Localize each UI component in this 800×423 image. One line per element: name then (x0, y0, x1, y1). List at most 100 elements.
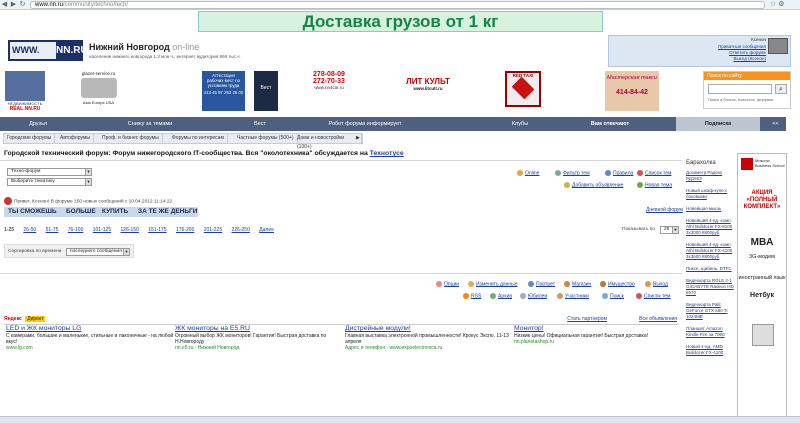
direct-ad[interactable]: ЖК мониторы на E5.RU Огромный выбор ЖК м… (175, 325, 343, 351)
page-next-link[interactable]: Далее (259, 227, 274, 233)
nav-replies[interactable]: Вам отвечают (580, 117, 640, 131)
search-link[interactable]: Поиск (602, 293, 624, 299)
nav-collapse[interactable]: << (765, 117, 786, 131)
yandex-label[interactable]: Яндекс (4, 316, 22, 322)
page-link[interactable]: 126-150 (121, 227, 139, 233)
forward-icon[interactable]: ▶ (10, 1, 17, 8)
rss-link[interactable]: RSS (463, 293, 481, 299)
promo-modem: 3G-модем (749, 254, 775, 260)
themes-list-bottom-link[interactable]: Список тем (636, 293, 670, 299)
all-ads-link[interactable]: Все объявления (639, 316, 677, 322)
add-icon (564, 182, 570, 188)
tab-houses-forums[interactable]: Дома и новостройки (100+) (294, 134, 362, 150)
direct-ad[interactable]: Дистрейные модули! Главная выставка элек… (345, 325, 513, 351)
search-icon[interactable]: ⌕ (775, 84, 787, 94)
sponsor-label: Вест (260, 85, 272, 91)
right-banner-ad[interactable]: Moscow Business School АКЦИЯ «ПОЛНЫЙ КОМ… (737, 153, 787, 423)
options-label: Опции (444, 281, 460, 288)
nav-vest[interactable]: Вест (240, 117, 280, 131)
rules-link[interactable]: Правила (605, 170, 633, 176)
page-link[interactable]: 26-50 (23, 227, 36, 233)
sidebar-entry[interactable]: Новейшая мышь (686, 206, 736, 212)
property-link[interactable]: Имущество (600, 281, 635, 287)
page-link[interactable]: 151-175 (148, 227, 166, 233)
nav-robot[interactable]: Робот форума информирует (320, 117, 410, 131)
sponsor-litcult[interactable]: ЛИТ КУЛЬТ www.litcult.ru (406, 71, 450, 111)
nav-clubs[interactable]: Клубы (500, 117, 540, 131)
site-logo[interactable]: WWW. NN.RU (8, 40, 88, 61)
property-icon (600, 281, 606, 287)
text-ad-bar[interactable]: ТЫ СМОЖЕШЬ БОЛЬШЕ КУПИТЬ ЗА ТЕ ЖЕ ДЕНЬГИ (4, 207, 198, 217)
nav-themes[interactable]: Снижу за темами (120, 117, 180, 131)
page-link[interactable]: 51-75 (46, 227, 59, 233)
page-link[interactable]: 201-225 (204, 227, 222, 233)
sponsor-vest[interactable]: Вест (254, 71, 278, 111)
tab-interest-forums[interactable]: Форумы по интересам (169, 134, 228, 143)
school-name: Moscow Business School (755, 158, 785, 168)
forum-replies-link[interactable]: Ответить форуме (729, 50, 766, 55)
sponsor-redtaxi[interactable]: RED TAXI (503, 71, 543, 111)
page-link[interactable]: 101-125 (93, 227, 111, 233)
filter-link[interactable]: Фильтр тем (555, 170, 590, 176)
forum-categories: Городские форумы Автофорумы Проф. и бизн… (3, 133, 363, 150)
sponsor-nn4car[interactable]: 278-08-09 272-70-33 www.nn4car.ru (307, 71, 351, 111)
edit-profile-link[interactable]: Изменить данные (468, 281, 518, 287)
subnav-more-icon[interactable]: ▶ (353, 134, 363, 143)
page-link[interactable]: 226-250 (232, 227, 250, 233)
sponsor-attestation[interactable]: Аттестация рабочих мест по условиям труд… (202, 71, 245, 111)
sidebar-entry[interactable]: Новейший 4-яд. комп Athl Bulldozer FX-41… (686, 242, 736, 260)
sponsor-real-nn[interactable]: НЕДВИЖИМОСТЬ REAL.NN.RU (4, 71, 46, 112)
reload-icon[interactable]: ↻ (19, 1, 26, 8)
tab-private-forums[interactable]: Частные форумы (500+) (234, 134, 298, 143)
sidebar-entry[interactable]: Новый шкаф-купе с боковыми (686, 188, 736, 200)
private-messages-link[interactable]: Приватные сообщения (718, 44, 766, 49)
add-ad-link[interactable]: Добавить объявление (564, 182, 623, 188)
top-banner-ad[interactable]: Доставка грузов от 1 кг (198, 11, 603, 32)
direct-ad[interactable]: Монитор! Низкие цены! Официальная гарант… (514, 325, 682, 345)
star-icon[interactable]: ☆ ⚙ (770, 1, 790, 9)
exit-link[interactable]: Выход (645, 281, 668, 287)
theme-select[interactable]: Выберите тематику ▼ (7, 178, 92, 186)
tab-auto-forums[interactable]: Автофорумы (57, 134, 94, 143)
daily-forum-link[interactable]: Дневной форум (646, 207, 683, 213)
back-icon[interactable]: ◀ (1, 1, 8, 8)
address-bar[interactable]: www.nn.ru/community/techno/tech/ (30, 1, 765, 9)
sidebar-entry[interactable]: Планшет Amazon Kindle Fire за 7000 (686, 326, 736, 338)
tab-business-forums[interactable]: Проф. и бизнес форумы (99, 134, 163, 143)
sidebar-entry[interactable]: Пиксе, щибень, DTFC (686, 266, 736, 272)
members-link[interactable]: Участники (557, 293, 589, 299)
edit-icon (468, 281, 474, 287)
sidebar-entry[interactable]: Дозиметр Радекс РД1503 (686, 170, 736, 182)
online-link[interactable]: Online (517, 170, 539, 176)
direct-label[interactable]: Директ (25, 316, 46, 322)
nav-friends[interactable]: Друзья (18, 117, 58, 131)
forum-select[interactable]: Техно-форум ▼ (7, 168, 92, 176)
archive-link[interactable]: Архив (490, 293, 512, 299)
sidebar-entry[interactable]: Видеокарта Palit GeForce GTX 550 Ti 1024… (686, 302, 736, 320)
options-link[interactable]: Опции (436, 281, 459, 287)
themes-list-link[interactable]: Список тем (637, 170, 671, 176)
page-link[interactable]: 176-200 (176, 227, 194, 233)
sidebar-entry[interactable]: Новейший 4-яд. комп Athl Bulldozer FX-81… (686, 218, 736, 236)
shop-link[interactable]: Магазин (564, 281, 591, 287)
page-link-current[interactable]: 1-25 (4, 227, 14, 233)
direct-ad[interactable]: LED и ЖК мониторы LG С камерами, большие… (6, 325, 174, 351)
sponsor-glazer[interactable]: glazer-service.ru Asia Europe USA (76, 71, 121, 111)
sidebar-entry[interactable]: Видеокарта RGLE 2-1 GIGABYTE Radeon HD 6… (686, 278, 736, 296)
jubilee-link[interactable]: Юбилеи (520, 293, 547, 299)
sponsor-extra: www.nn4car.ru (314, 85, 344, 90)
sidebar-entry[interactable]: Новый 4-яд. AMD Bulldozer FX-4100 (686, 344, 736, 356)
logout-link[interactable]: Выход (Ксенон) (733, 56, 766, 61)
page-link[interactable]: 76-100 (68, 227, 84, 233)
search-input[interactable] (708, 84, 772, 94)
avatar[interactable] (768, 38, 788, 54)
nav-subscription[interactable]: Подписка (676, 117, 760, 131)
sponsor-master-taxi[interactable]: Мастерская такси 414-84-42 (605, 71, 659, 111)
page-title-link[interactable]: Технотусе (370, 150, 404, 157)
per-page-select[interactable]: 25 ▼ (660, 226, 679, 234)
sort-select[interactable]: последнего сообщения ▼ (66, 248, 130, 256)
become-partner-link[interactable]: Стать партнером (567, 316, 607, 322)
portrait-link[interactable]: Портрет (528, 281, 555, 287)
tab-city-forums[interactable]: Городские форумы (4, 134, 56, 143)
new-theme-link[interactable]: Новая тема (637, 182, 672, 188)
